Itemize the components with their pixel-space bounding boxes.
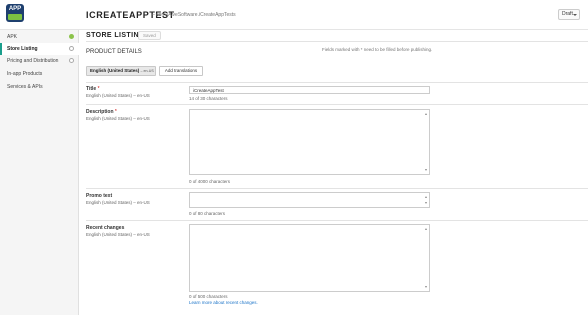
app-package-name: – com.iAlveSoftware.iCreateAppTests: [152, 12, 236, 18]
field-divider: [86, 188, 588, 189]
required-fields-note: Fields marked with * need to be filled b…: [322, 47, 433, 52]
recent-changes-sublabel: English (United States) – en-US: [86, 232, 150, 237]
title-input-value: iCreateAppTest: [193, 88, 224, 93]
top-bar: APP ICREATEAPPTEST – com.iAlveSoftware.i…: [0, 0, 588, 30]
section-divider: [86, 82, 588, 83]
description-sublabel: English (United States) – en-US: [86, 116, 150, 121]
page-title: STORE LISTING: [86, 32, 145, 39]
sidebar-item-label: Store Listing: [7, 46, 38, 52]
scrollbar[interactable]: [425, 110, 429, 174]
field-divider: [86, 104, 588, 105]
scroll-up-icon[interactable]: [425, 228, 427, 230]
description-label-text: Description: [86, 109, 114, 115]
recent-changes-char-counter: 0 of 500 characters: [189, 294, 228, 299]
title-input[interactable]: iCreateAppTest: [189, 86, 430, 94]
scrollbar[interactable]: [425, 193, 429, 207]
pending-status-icon: [69, 58, 74, 63]
scroll-up-icon[interactable]: [425, 113, 427, 115]
field-divider: [86, 220, 588, 221]
section-heading: PRODUCT DETAILS: [86, 49, 142, 55]
title-label-text: Title: [86, 86, 97, 92]
promo-char-counter: 0 of 80 characters: [189, 211, 226, 216]
recent-changes-label: Recent changes: [86, 225, 125, 231]
scroll-down-icon[interactable]: [425, 202, 427, 204]
promo-textarea[interactable]: [189, 192, 430, 208]
promo-sublabel: English (United States) – en-US: [86, 200, 150, 205]
pending-status-icon: [69, 46, 74, 51]
title-sublabel: English (United States) – en-US: [86, 93, 150, 98]
title-label: Title *: [86, 86, 100, 92]
language-button[interactable]: English (United States) – en-US: [86, 66, 156, 76]
status-dropdown[interactable]: Draft: [558, 9, 580, 20]
scroll-up-icon[interactable]: [425, 196, 427, 198]
learn-more-link[interactable]: Learn more about recent changes.: [189, 300, 258, 305]
sidebar-item-label: In-app Products: [7, 71, 43, 77]
required-marker: *: [97, 86, 100, 92]
app-icon-accent: [8, 14, 22, 20]
add-translations-button[interactable]: Add translations: [159, 66, 203, 76]
description-textarea[interactable]: [189, 109, 430, 175]
sidebar-item-services-apis[interactable]: Services & APIs: [0, 81, 79, 93]
scrollbar[interactable]: [425, 225, 429, 291]
sidebar-item-label: APK: [7, 34, 18, 40]
sidebar-item-apk[interactable]: APK: [0, 31, 79, 43]
promo-label: Promo text: [86, 193, 113, 199]
app-icon-text: APP: [8, 6, 22, 12]
header-divider: [86, 41, 588, 42]
status-dropdown-label: Draft: [562, 11, 573, 17]
recent-changes-textarea[interactable]: [189, 224, 430, 292]
app-icon[interactable]: APP: [6, 4, 24, 22]
language-code: – en-US: [140, 69, 154, 73]
saved-badge: Saved: [138, 31, 161, 40]
language-label: English (United States): [90, 68, 140, 73]
check-status-icon: [69, 34, 74, 39]
sidebar-item-pricing[interactable]: Pricing and Distribution: [0, 55, 79, 67]
title-char-counter: 14 of 30 characters: [189, 96, 228, 101]
sidebar-item-in-app-products[interactable]: In-app Products: [0, 68, 79, 80]
sidebar-item-label: Services & APIs: [7, 84, 43, 90]
sidebar-item-label: Pricing and Distribution: [7, 58, 59, 64]
sidebar-item-store-listing[interactable]: Store Listing: [0, 43, 79, 55]
scroll-down-icon[interactable]: [425, 286, 427, 288]
scroll-down-icon[interactable]: [425, 169, 427, 171]
chevron-down-icon: [573, 14, 577, 16]
required-marker: *: [114, 109, 117, 115]
sidebar: APK Store Listing Pricing and Distributi…: [0, 30, 79, 315]
description-char-counter: 0 of 4000 characters: [189, 179, 231, 184]
description-label: Description *: [86, 109, 117, 115]
